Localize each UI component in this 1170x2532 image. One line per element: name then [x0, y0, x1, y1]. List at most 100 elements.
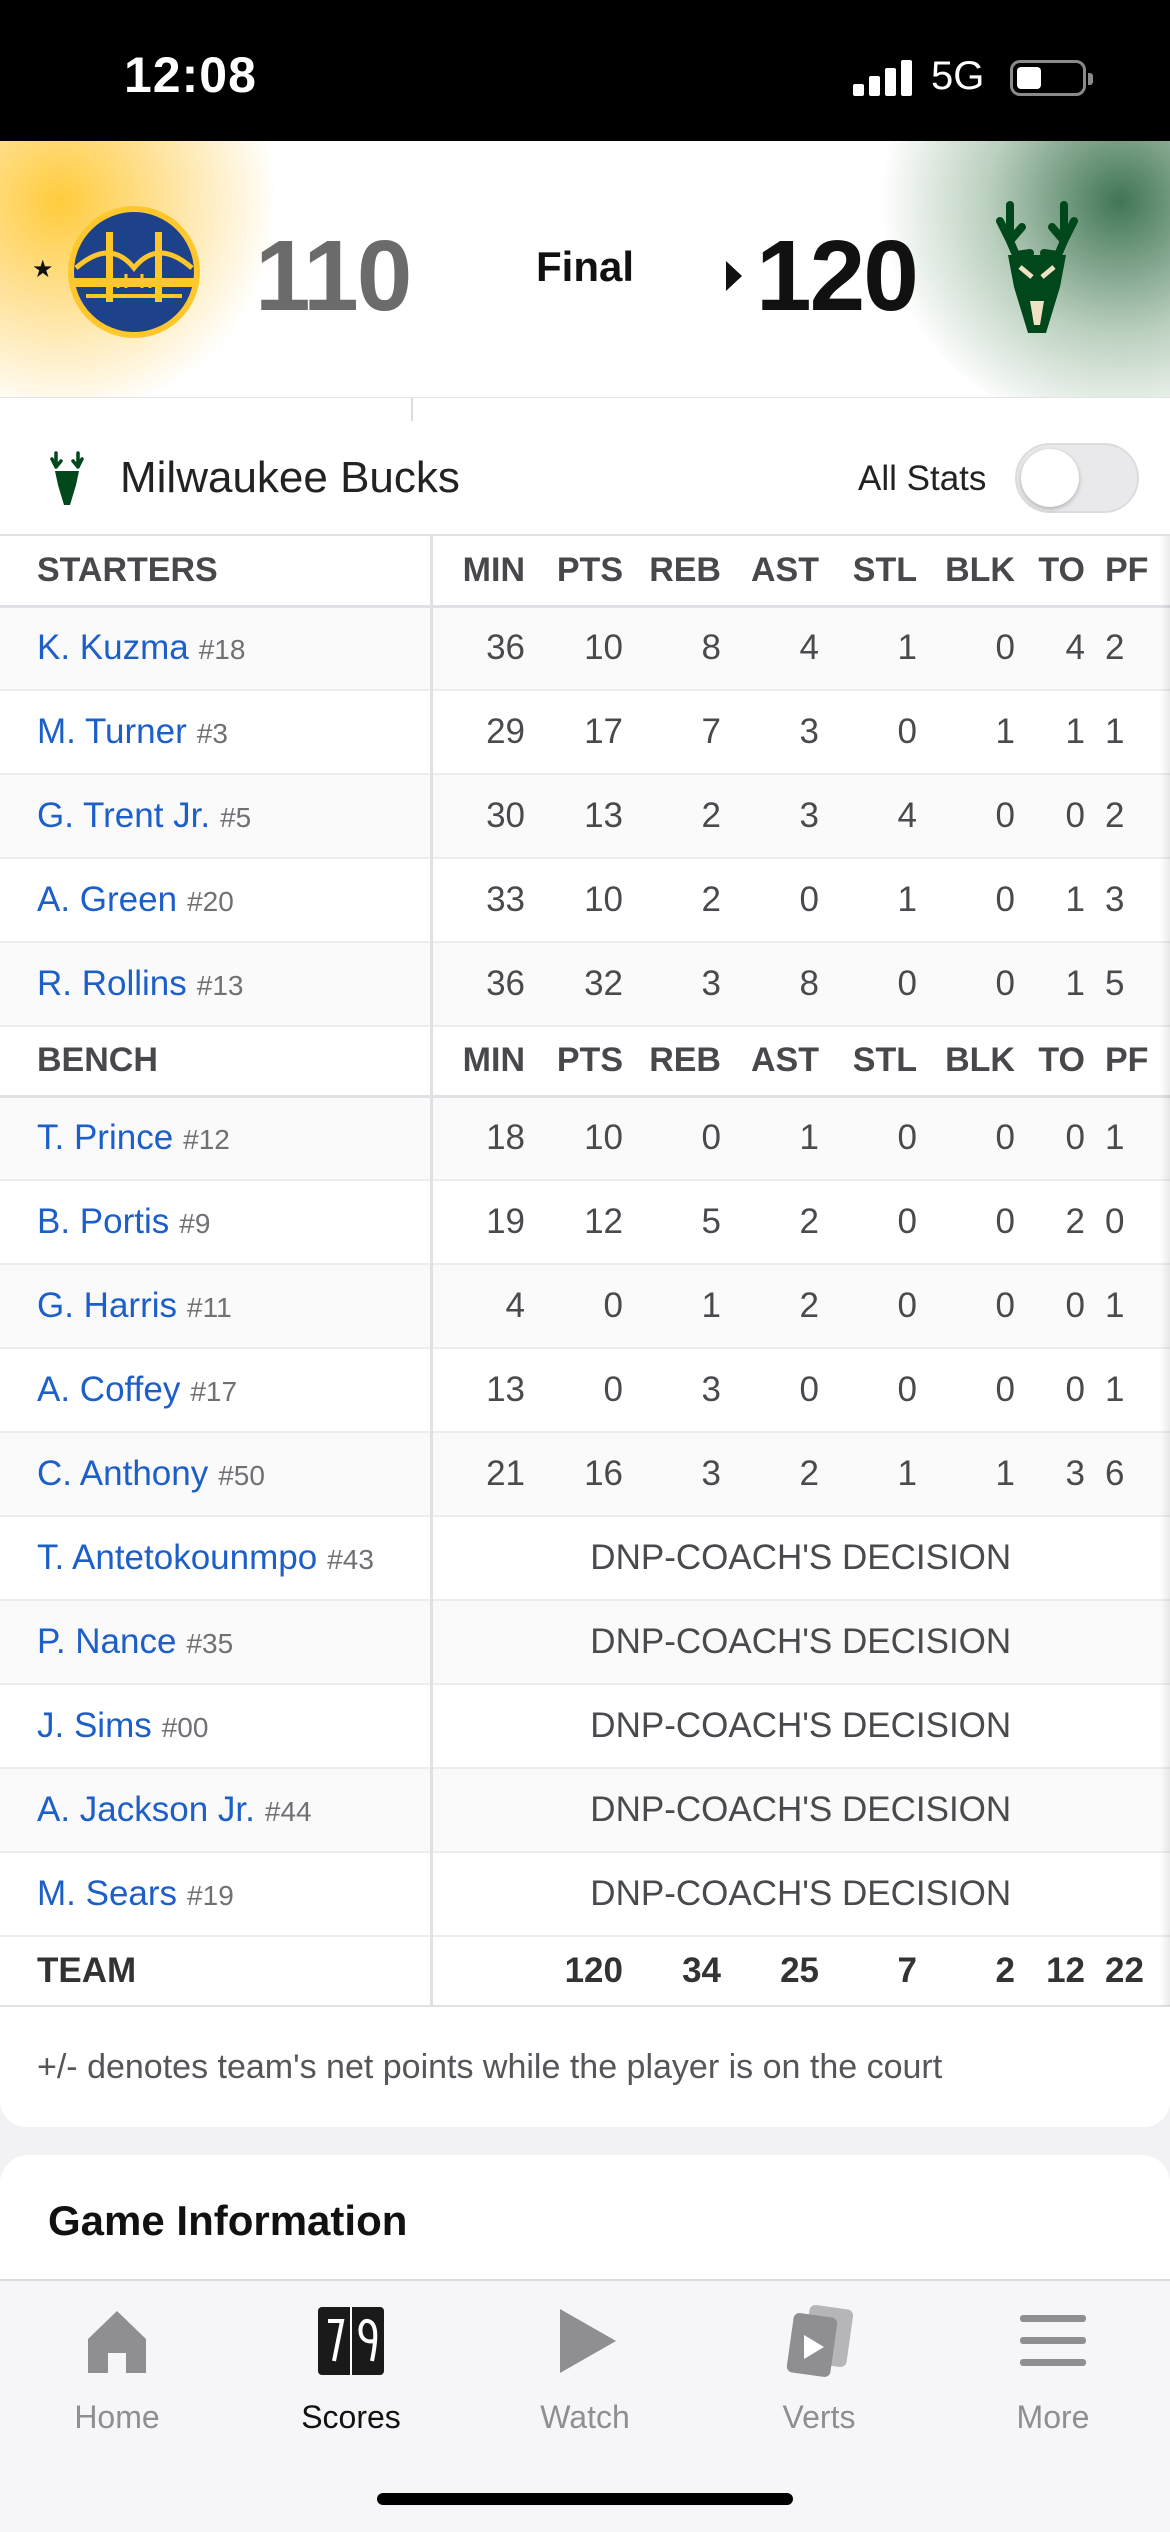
column-header[interactable]: REB [637, 536, 735, 608]
status-bar: 12:08 5G [0, 0, 1170, 141]
all-stats-toggle[interactable] [1015, 443, 1139, 513]
player-name-link[interactable]: M. Sears [37, 1874, 177, 1913]
player-name-link[interactable]: M. Turner [37, 712, 187, 751]
column-header[interactable]: PF [1099, 536, 1169, 608]
stat-cell: 16 [539, 1432, 637, 1517]
player-name-link[interactable]: K. Kuzma [37, 628, 189, 667]
player-name-link[interactable]: R. Rollins [37, 964, 187, 1003]
bench-header: BENCH MIN PTS REB AST STL BLK TO PF [0, 1026, 1170, 1098]
player-row: M. Turner #3 29 17 7 3 0 1 1 1 [0, 690, 1170, 775]
winner-star-icon: ★ [32, 256, 54, 283]
scoreboard-icon [318, 2307, 384, 2375]
column-header[interactable]: TO [1029, 1026, 1099, 1098]
stat-cell: 13 [431, 1348, 539, 1433]
column-header[interactable]: MIN [431, 1026, 539, 1098]
team-label: TEAM [0, 1936, 433, 2007]
section-label: BENCH [0, 1026, 433, 1098]
player-row: M. Sears #19 DNP-COACH'S DECISION [0, 1852, 1170, 1937]
stat-cell: 3 [637, 942, 735, 1027]
player-row: R. Rollins #13 36 32 3 8 0 0 1 5 [0, 942, 1170, 1027]
home-score: 120 [756, 220, 919, 332]
column-header[interactable]: AST [735, 536, 833, 608]
column-header[interactable]: MIN [431, 536, 539, 608]
player-name-link[interactable]: G. Harris [37, 1286, 177, 1325]
player-name-link[interactable]: A. Jackson Jr. [37, 1790, 255, 1829]
stat-cell: 0 [931, 1180, 1029, 1265]
stat-cell: 17 [539, 690, 637, 775]
column-header[interactable]: BLK [931, 1026, 1029, 1098]
team-total-cell: 12 [1029, 1936, 1099, 2007]
player-cell[interactable]: M. Turner #3 [0, 690, 433, 775]
stat-cell: 0 [833, 1348, 931, 1433]
player-name-link[interactable]: T. Antetokounmpo [37, 1538, 317, 1577]
player-name-link[interactable]: T. Prince [37, 1118, 173, 1157]
stat-cell: 1 [1099, 1264, 1169, 1349]
player-row: A. Coffey #17 13 0 3 0 0 0 0 1 [0, 1348, 1170, 1433]
bucks-logo-small [50, 451, 84, 505]
stat-cell: 36 [431, 942, 539, 1027]
jersey-number: #3 [196, 718, 228, 749]
stat-cell: 4 [735, 606, 833, 691]
player-name-link[interactable]: A. Green [37, 880, 177, 919]
column-header[interactable]: STL [833, 536, 931, 608]
tab-home[interactable]: Home [0, 2305, 234, 2445]
player-cell[interactable]: T. Prince #12 [0, 1096, 433, 1181]
column-header[interactable]: STL [833, 1026, 931, 1098]
stat-cell: 1 [735, 1096, 833, 1181]
column-header[interactable]: REB [637, 1026, 735, 1098]
tab-more[interactable]: More [936, 2305, 1170, 2445]
away-score: 110 [255, 220, 412, 332]
player-cell[interactable]: B. Portis #9 [0, 1180, 433, 1265]
column-header[interactable]: PF [1099, 1026, 1169, 1098]
player-cell[interactable]: G. Harris #11 [0, 1264, 433, 1349]
stat-cell: 30 [431, 774, 539, 859]
column-header[interactable]: TO [1029, 536, 1099, 608]
bucks-logo[interactable] [980, 201, 1094, 341]
player-name-link[interactable]: G. Trent Jr. [37, 796, 210, 835]
team-total-cell: 2 [931, 1936, 1029, 2007]
stat-cell: 0 [833, 690, 931, 775]
player-cell[interactable]: P. Nance #35 [0, 1600, 433, 1685]
team-totals-row: TEAM 120 34 25 7 2 12 22 [0, 1936, 1170, 2007]
player-cell[interactable]: G. Trent Jr. #5 [0, 774, 433, 859]
player-cell[interactable]: M. Sears #19 [0, 1852, 433, 1937]
player-name-link[interactable]: B. Portis [37, 1202, 169, 1241]
home-indicator [377, 2493, 793, 2505]
subnav-divider [0, 397, 1170, 422]
tab-scores[interactable]: Scores [234, 2305, 468, 2445]
stat-cell: 0 [833, 1180, 931, 1265]
player-cell[interactable]: C. Anthony #50 [0, 1432, 433, 1517]
team-total-cell: 7 [833, 1936, 931, 2007]
player-cell[interactable]: A. Green #20 [0, 858, 433, 943]
player-name-link[interactable]: C. Anthony [37, 1454, 208, 1493]
stat-cell: 3 [735, 774, 833, 859]
team-total-cell: 25 [735, 1936, 833, 2007]
tab-verts[interactable]: Verts [702, 2305, 936, 2445]
column-header[interactable]: PTS [539, 536, 637, 608]
warriors-logo[interactable] [66, 204, 202, 340]
stat-cell: 2 [1099, 606, 1169, 691]
stat-cell: 1 [833, 1432, 931, 1517]
column-header[interactable]: AST [735, 1026, 833, 1098]
player-cell[interactable]: A. Coffey #17 [0, 1348, 433, 1433]
player-cell[interactable]: A. Jackson Jr. #44 [0, 1768, 433, 1853]
column-header[interactable]: BLK [931, 536, 1029, 608]
stat-cell: 21 [431, 1432, 539, 1517]
player-cell[interactable]: J. Sims #00 [0, 1684, 433, 1769]
player-cell[interactable]: T. Antetokounmpo #43 [0, 1516, 433, 1601]
player-name-link[interactable]: J. Sims [37, 1706, 152, 1745]
player-cell[interactable]: R. Rollins #13 [0, 942, 433, 1027]
stat-cell: 8 [735, 942, 833, 1027]
stat-cell: 4 [833, 774, 931, 859]
column-header[interactable]: PTS [539, 1026, 637, 1098]
tab-watch[interactable]: Watch [468, 2305, 702, 2445]
player-name-link[interactable]: A. Coffey [37, 1370, 180, 1409]
player-name-link[interactable]: P. Nance [37, 1622, 176, 1661]
tab-label: Verts [782, 2399, 856, 2435]
stat-cell: 0 [931, 942, 1029, 1027]
stat-cell: 0 [735, 858, 833, 943]
stat-cell: 7 [637, 690, 735, 775]
stat-cell: 1 [1029, 942, 1099, 1027]
stat-cell: 1 [1099, 1348, 1169, 1433]
player-cell[interactable]: K. Kuzma #18 [0, 606, 433, 691]
